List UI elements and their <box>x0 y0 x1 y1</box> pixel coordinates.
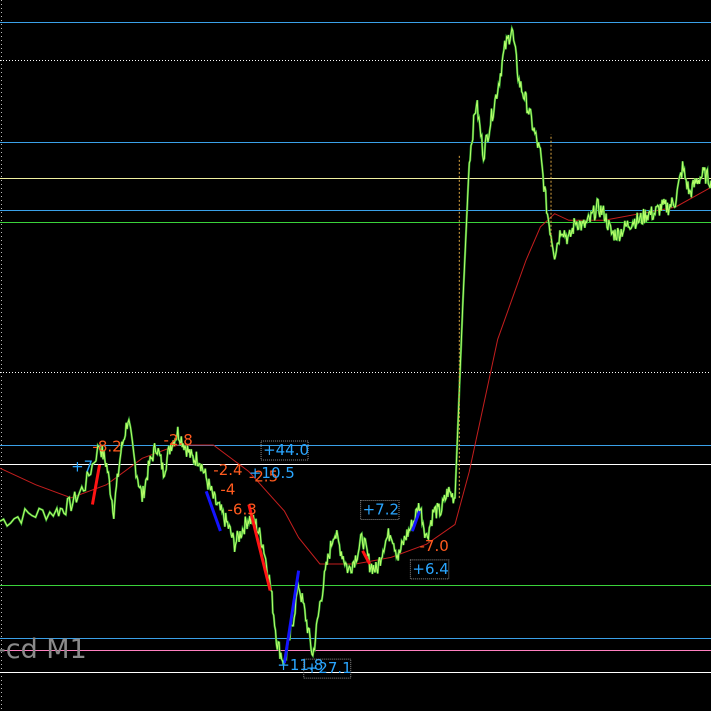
symbol-label: -cd M1 <box>0 634 87 665</box>
trade-label-8: -4 <box>220 481 235 499</box>
trade-label-2: -8.2 <box>92 438 121 456</box>
trade-label-12: +6.4 <box>412 560 448 578</box>
trade-label-5: -2.4 <box>213 461 242 479</box>
trade-label-4: +44.0 <box>263 441 309 459</box>
trade-label-7: +10.5 <box>249 464 295 482</box>
chart-background <box>0 0 711 711</box>
trade-label-10: +7.2 <box>363 500 399 518</box>
trade-label-1: +7 <box>71 457 93 475</box>
trade-label-3: -2.8 <box>164 431 193 449</box>
trade-label-14: +27.1 <box>306 659 352 677</box>
trade-label-9: -6.3 <box>228 500 257 518</box>
trade-label-11: -7.0 <box>419 537 448 555</box>
price-chart[interactable]: +7-8.2 -2.8+44.0-2.4 -2.5+10.5-4-6.3 +7.2-7… <box>0 0 711 711</box>
